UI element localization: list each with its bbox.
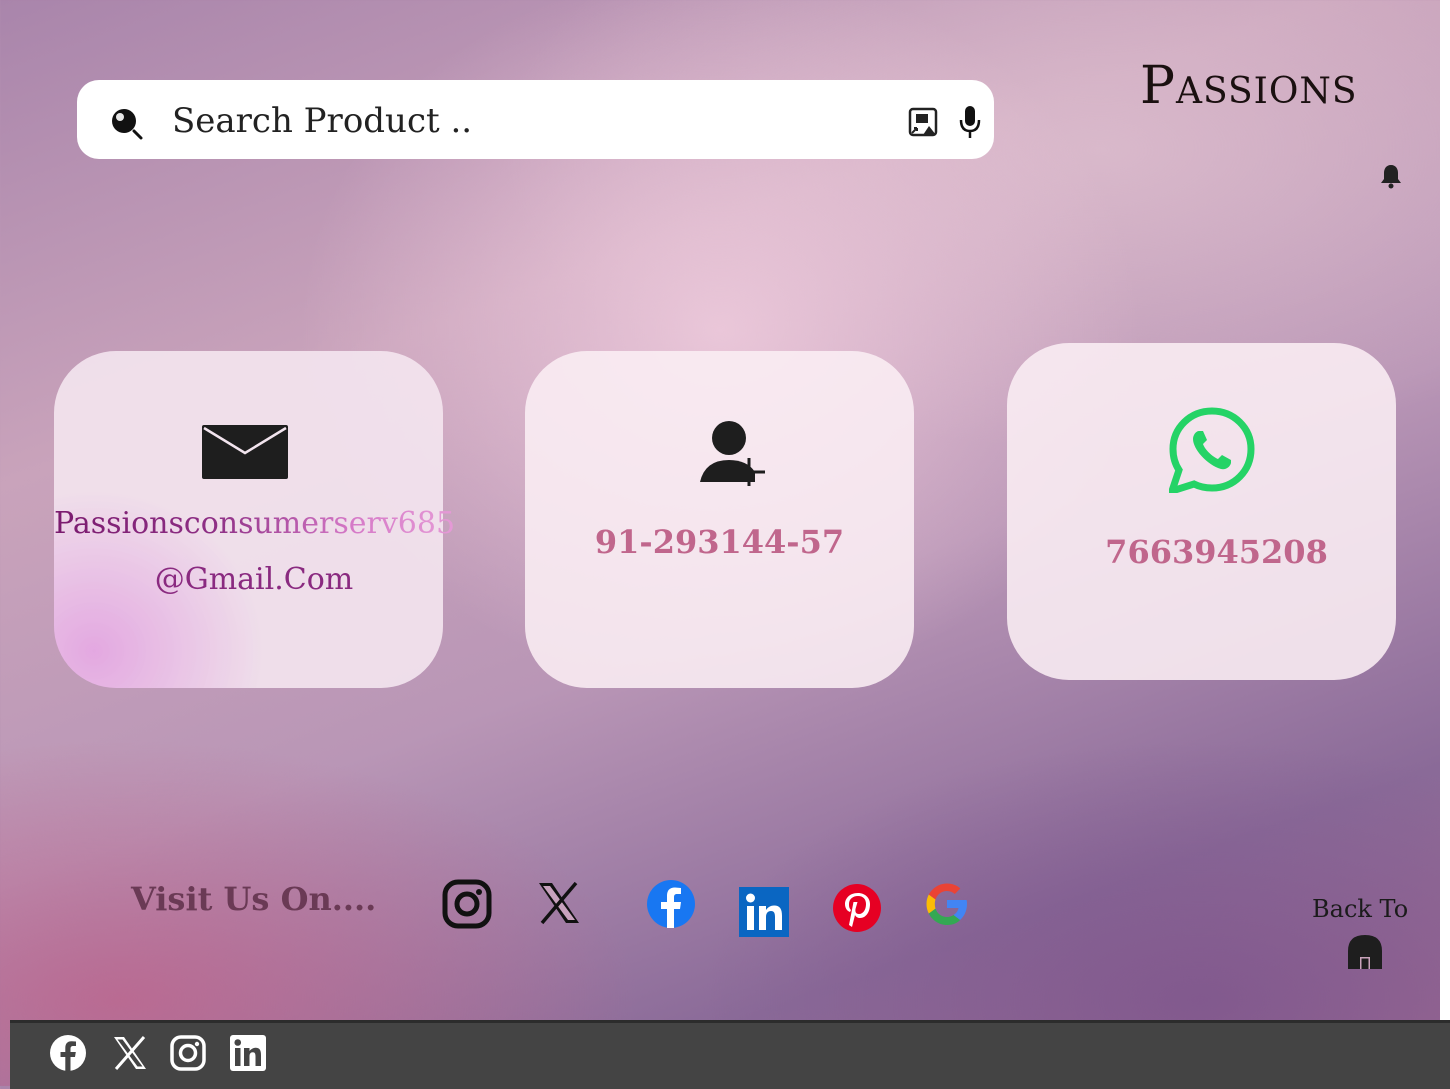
pinterest-icon[interactable] (832, 883, 882, 933)
whatsapp-number[interactable]: 7663945208 (1022, 530, 1411, 574)
facebook-icon[interactable] (49, 1034, 87, 1072)
email-address-part2[interactable]: @Gmail.Com (54, 560, 454, 600)
x-icon[interactable] (536, 880, 582, 926)
page-edge (1440, 0, 1450, 1020)
linkedin-icon[interactable] (739, 887, 789, 937)
whatsapp-card[interactable] (1007, 343, 1396, 680)
whatsapp-icon[interactable] (1169, 407, 1255, 493)
phone-number[interactable]: 91-293144-57 (525, 520, 914, 564)
microphone-icon[interactable] (956, 104, 984, 140)
image-search-icon[interactable] (907, 106, 939, 138)
footer-bar (10, 1020, 1450, 1089)
back-to-label[interactable]: Back To (1312, 893, 1408, 925)
visit-us-label: Visit Us On.... (131, 880, 377, 918)
facebook-icon[interactable] (646, 879, 696, 929)
notification-bell-icon[interactable] (1379, 163, 1403, 189)
add-contact-icon (700, 421, 765, 486)
envelope-icon (202, 425, 288, 479)
google-icon[interactable] (922, 879, 972, 929)
email-address-part1[interactable]: Passionsconsumerserv685 (54, 504, 455, 544)
instagram-icon[interactable] (169, 1034, 207, 1072)
instagram-icon[interactable] (442, 879, 492, 929)
search-icon[interactable] (110, 107, 144, 141)
x-icon[interactable] (111, 1034, 149, 1072)
home-icon[interactable] (1346, 933, 1384, 969)
linkedin-icon[interactable] (229, 1034, 267, 1072)
brand-logo[interactable]: Passions (1140, 56, 1358, 116)
search-input[interactable]: Search Product .. (172, 98, 472, 144)
